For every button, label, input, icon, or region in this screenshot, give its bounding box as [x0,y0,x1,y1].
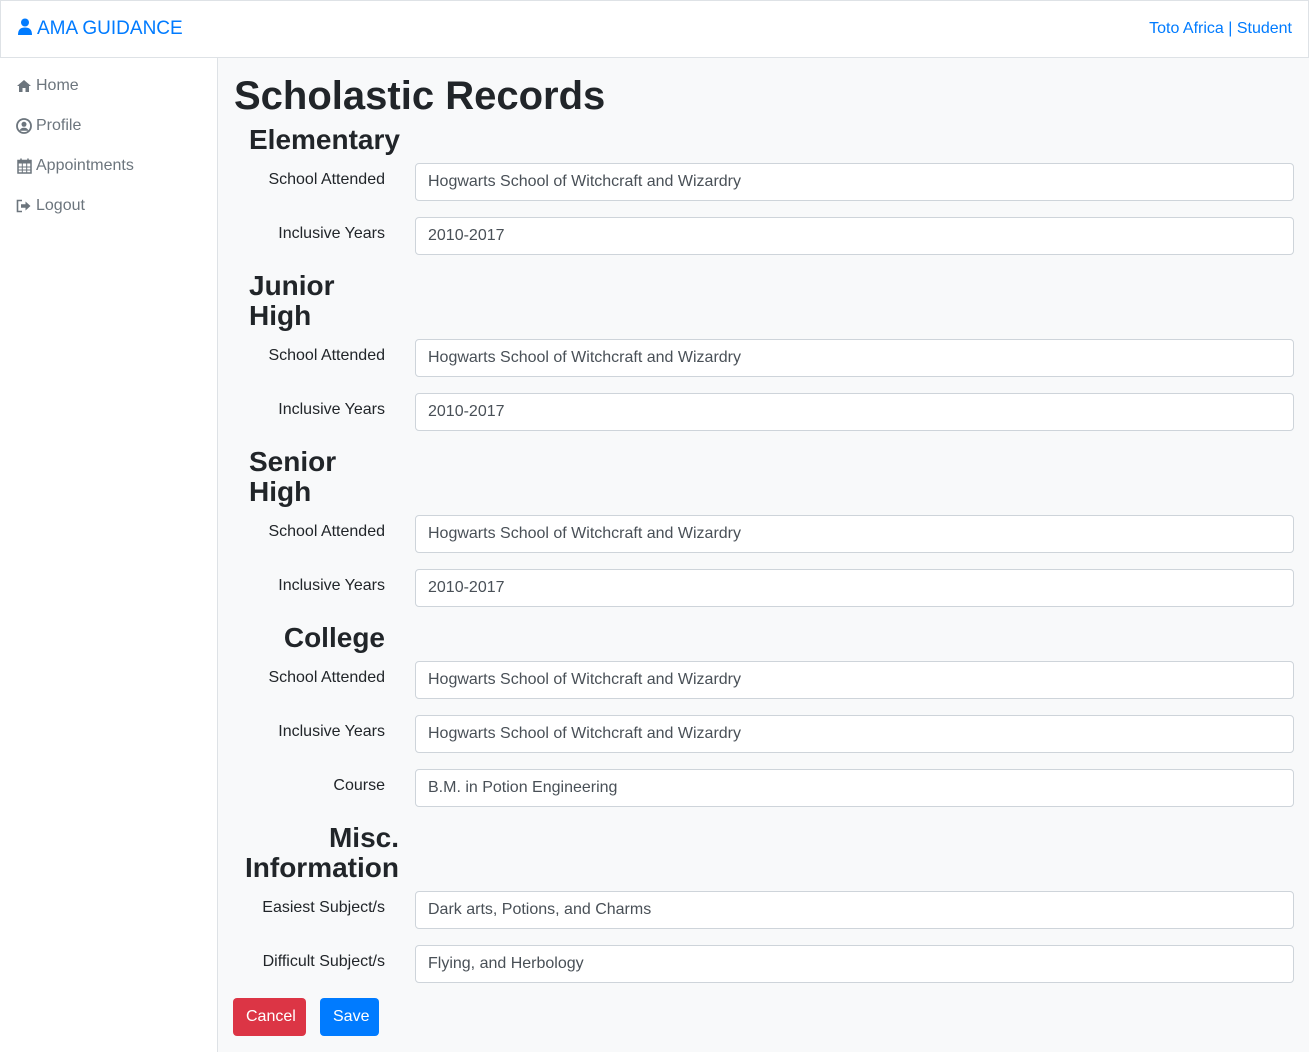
senior-high-years-label: Inclusive Years [278,577,385,594]
sidebar-item-appointments[interactable]: Appointments [0,146,217,186]
elementary-school-input[interactable] [415,163,1294,201]
sidebar-item-home[interactable]: Home [0,66,217,106]
junior-high-heading: Junior High [249,271,409,331]
elementary-school-label: School Attended [268,171,385,188]
misc-heading: Misc. Information [234,823,399,883]
elementary-heading: Elementary [249,124,400,155]
page-title: Scholastic Records [234,74,606,118]
junior-high-years-label: Inclusive Years [278,401,385,418]
junior-high-heading-line1: Junior [249,270,335,301]
cancel-button[interactable]: Cancel [233,998,306,1036]
user-account-link[interactable]: Toto Africa | Student [1149,20,1292,38]
easiest-subjects-input[interactable] [415,891,1294,929]
college-school-label: School Attended [268,669,385,686]
junior-high-heading-line2: High [249,300,312,331]
sidebar-item-profile[interactable]: Profile [0,106,217,146]
main-content: Scholastic Records Elementary School Att… [218,58,1309,1052]
calendar-icon [16,158,32,174]
college-years-input[interactable] [415,715,1294,753]
home-icon [16,78,32,94]
misc-heading-line2: Information [245,852,399,883]
top-navbar: AMA GUIDANCE Toto Africa | Student [0,0,1309,58]
junior-high-school-label: School Attended [268,347,385,364]
brand-link[interactable]: AMA GUIDANCE [18,18,183,41]
sidebar-item-logout[interactable]: Logout [0,186,217,226]
college-heading: College [283,622,385,653]
sidebar: Home Profile Appointments Logout [0,58,218,1052]
college-years-label: Inclusive Years [278,723,385,740]
user-circle-icon [16,118,32,134]
elementary-years-label: Inclusive Years [278,225,385,242]
college-course-input[interactable] [415,769,1294,807]
difficult-subjects-input[interactable] [415,945,1294,983]
elementary-years-input[interactable] [415,217,1294,255]
misc-heading-line1: Misc. [328,822,399,853]
sidebar-item-label: Logout [36,197,85,214]
senior-high-school-label: School Attended [268,523,385,540]
save-button[interactable]: Save [320,998,379,1036]
sidebar-item-label: Appointments [36,157,134,174]
sign-out-icon [16,198,32,214]
senior-high-school-input[interactable] [415,515,1294,553]
senior-high-years-input[interactable] [415,569,1294,607]
sidebar-item-label: Profile [36,117,82,134]
junior-high-school-input[interactable] [415,339,1294,377]
senior-high-heading-line1: Senior [249,446,337,477]
user-icon [18,18,37,41]
junior-high-years-input[interactable] [415,393,1294,431]
senior-high-heading-line2: High [249,476,312,507]
college-school-input[interactable] [415,661,1294,699]
sidebar-item-label: Home [36,77,79,94]
college-course-label: Course [333,777,385,794]
difficult-subjects-label: Difficult Subject/s [262,953,385,970]
senior-high-heading: Senior High [249,447,409,507]
brand-name: AMA GUIDANCE [37,18,183,39]
easiest-subjects-label: Easiest Subject/s [262,899,385,916]
